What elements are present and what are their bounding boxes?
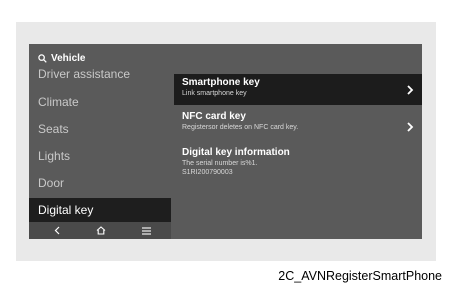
serial-number-label: The serial number is%1. <box>182 160 258 167</box>
menu-button[interactable] <box>136 223 156 238</box>
sidebar-item-digital-key[interactable]: Digital key <box>29 198 171 222</box>
home-button[interactable] <box>91 223 111 238</box>
sidebar: Driver assistance Climate Seats Lights D… <box>29 62 171 222</box>
screen-caption: 2C_AVNRegisterSmartPhone <box>278 269 442 283</box>
serial-number-value: S1RI200790003 <box>182 169 233 176</box>
digital-key-information-title: Digital key information <box>182 147 290 158</box>
smartphone-key-subtitle: Link smartphone key <box>182 90 247 97</box>
sidebar-item-door[interactable]: Door <box>29 171 171 195</box>
nfc-card-key-subtitle: Registersor deletes on NFC card key. <box>182 124 299 131</box>
sidebar-item-lights[interactable]: Lights <box>29 144 171 168</box>
sidebar-item-climate[interactable]: Climate <box>29 90 171 114</box>
back-button[interactable] <box>47 223 67 238</box>
list-item-smartphone-key[interactable]: Smartphone key Link smartphone key <box>174 74 422 105</box>
chevron-right-icon <box>407 122 414 132</box>
menu-icon <box>141 226 151 235</box>
content-list: Smartphone key Link smartphone key NFC c… <box>174 74 422 239</box>
back-icon <box>54 226 60 235</box>
nfc-card-key-title: NFC card key <box>182 111 246 122</box>
sidebar-item-seats[interactable]: Seats <box>29 117 171 141</box>
infotainment-screen: Vehicle Driver assistance Climate Seats … <box>29 44 422 239</box>
chevron-right-icon <box>407 85 414 95</box>
list-item-digital-key-information: Digital key information The serial numbe… <box>174 147 422 187</box>
bottom-bar <box>29 222 171 239</box>
home-icon <box>96 226 106 235</box>
smartphone-key-title: Smartphone key <box>182 77 260 88</box>
sidebar-item-driver-assistance[interactable]: Driver assistance <box>29 62 171 86</box>
list-item-nfc-card-key[interactable]: NFC card key Registersor deletes on NFC … <box>174 111 422 139</box>
